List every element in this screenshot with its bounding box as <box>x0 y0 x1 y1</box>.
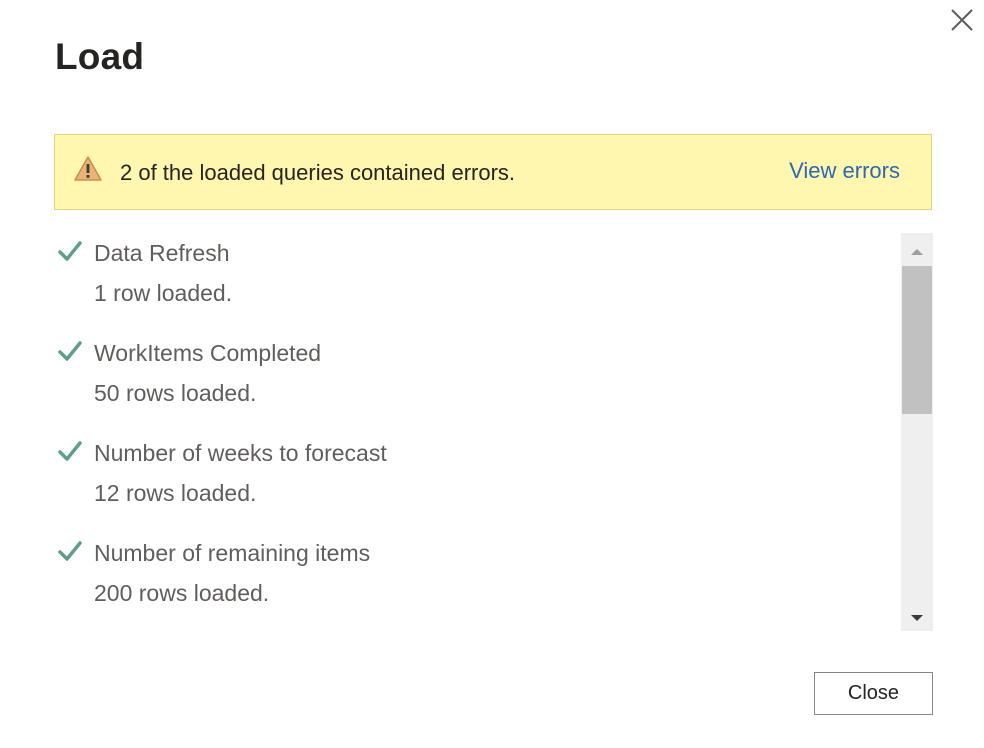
load-dialog: Load 2 of the loaded queries contained e… <box>0 0 984 748</box>
list-item: Number of weeks to forecast 12 rows load… <box>54 434 900 524</box>
query-name: Number of remaining items <box>94 540 371 566</box>
dialog-title: Load <box>55 36 145 77</box>
checkmark-icon <box>58 440 82 462</box>
list-item: Number of remaining items 200 rows loade… <box>54 534 900 624</box>
checkmark-icon <box>58 540 82 562</box>
view-errors-link[interactable]: View errors <box>789 158 900 184</box>
close-button[interactable]: Close <box>814 672 933 715</box>
query-name: Data Refresh <box>94 240 230 266</box>
query-status: 1 row loaded. <box>94 280 233 306</box>
checkmark-icon <box>58 240 82 262</box>
query-name: WorkItems Completed <box>94 340 322 366</box>
scroll-down-arrow-icon[interactable] <box>909 610 925 621</box>
list-item: Data Refresh 1 row loaded. <box>54 234 900 324</box>
close-icon[interactable] <box>949 7 975 33</box>
scroll-up-arrow-icon[interactable] <box>909 244 925 255</box>
list-item: WorkItems Completed 50 rows loaded. <box>54 334 900 424</box>
query-status: 12 rows loaded. <box>94 480 257 506</box>
query-status: 200 rows loaded. <box>94 580 270 606</box>
checkmark-icon <box>58 340 82 362</box>
error-banner: 2 of the loaded queries contained errors… <box>54 134 932 210</box>
banner-message: 2 of the loaded queries contained errors… <box>120 160 516 185</box>
query-name: Number of weeks to forecast <box>94 440 387 466</box>
warning-icon <box>73 155 103 183</box>
query-status: 50 rows loaded. <box>94 380 257 406</box>
scrollbar-thumb[interactable] <box>902 266 932 414</box>
query-load-list: Data Refresh 1 row loaded. WorkItems Com… <box>54 234 900 632</box>
vertical-scrollbar[interactable] <box>901 233 933 631</box>
